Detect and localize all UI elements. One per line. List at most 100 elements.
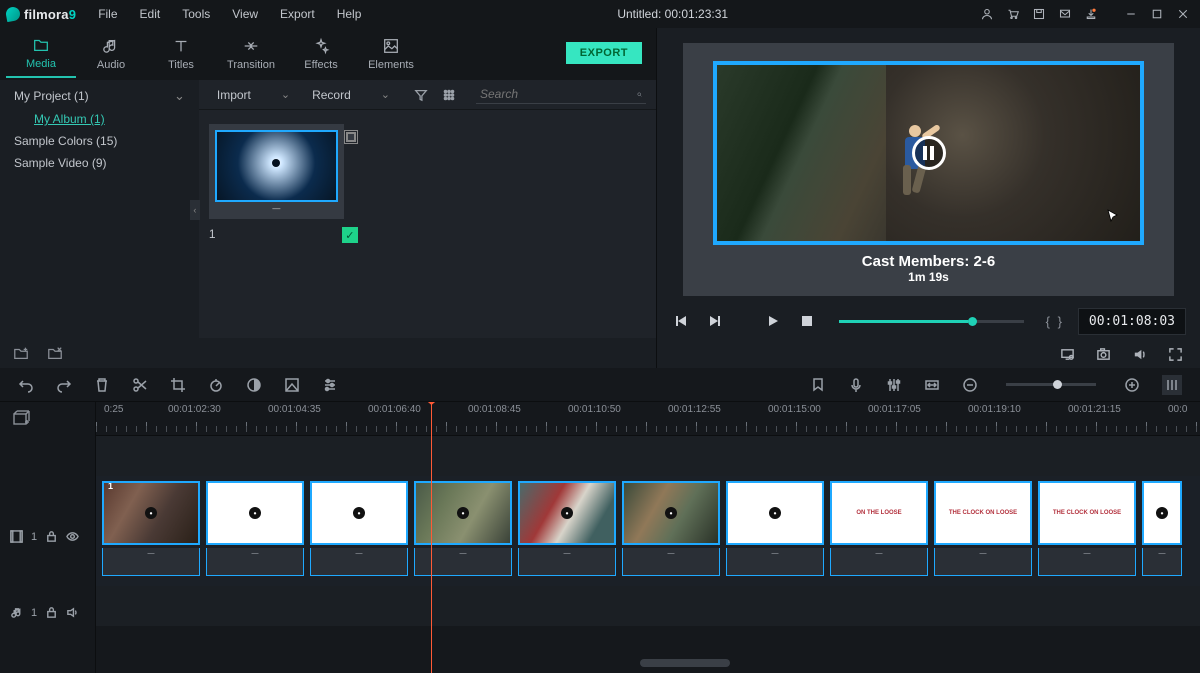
volume-icon[interactable] [1128,343,1150,365]
time-ruler[interactable]: 0:2500:01:02:3000:01:04:3500:01:06:4000:… [96,402,1200,436]
zoom-out-icon[interactable] [962,377,978,393]
close-button[interactable] [1172,4,1194,24]
delete-icon[interactable] [94,377,110,393]
preview-frame: Cast Members: 2-6 1m 19s [683,43,1174,296]
new-folder-icon[interactable] [10,342,32,364]
tab-titles[interactable]: Titles [146,31,216,77]
fullscreen-icon[interactable] [1164,343,1186,365]
tree-my-project[interactable]: My Project (1) [0,84,199,108]
mixer-icon[interactable] [886,377,902,393]
timeline-clip[interactable]: • [310,481,408,545]
split-icon[interactable] [132,377,148,393]
cart-icon[interactable] [1002,4,1024,24]
timeline-clip-label: — [726,548,824,576]
timeline-tracks[interactable]: 0:2500:01:02:3000:01:04:3500:01:06:4000:… [96,402,1200,673]
clip-index: 1 [209,227,344,241]
media-panel-footer [0,338,656,368]
add-track-icon[interactable] [12,410,30,428]
media-panel: Media Audio Titles Transition Effects El… [0,28,657,368]
tree-sample-colors[interactable]: Sample Colors (15) [0,130,199,152]
pause-overlay-icon[interactable] [912,136,946,170]
tab-media[interactable]: Media [6,30,76,78]
adjust-icon[interactable] [322,377,338,393]
audio-track-header[interactable]: 1 [10,606,79,619]
tree-my-album[interactable]: My Album (1) [0,108,199,130]
delete-folder-icon[interactable] [44,342,66,364]
mark-in-out[interactable]: { } [1046,314,1064,329]
filter-icon[interactable] [410,84,432,106]
menu-file[interactable]: File [90,3,125,25]
timeline-clip[interactable]: • [1142,481,1182,545]
timeline-clip[interactable]: • [206,481,304,545]
account-icon[interactable] [976,4,998,24]
voiceover-icon[interactable] [848,377,864,393]
search-input[interactable] [476,85,646,104]
redo-icon[interactable] [56,377,72,393]
tab-transition[interactable]: Transition [216,31,286,77]
tab-effects[interactable]: Effects [286,31,356,77]
mute-icon[interactable] [66,606,79,619]
search-field[interactable] [480,87,637,101]
timeline-clip[interactable]: THE CLOCK ON LOOSE [934,481,1032,545]
grid-view-icon[interactable] [438,84,460,106]
timeline-clip[interactable]: 1• [102,481,200,545]
fit-icon[interactable] [924,377,940,393]
crop-icon[interactable] [170,377,186,393]
timeline-clip[interactable]: • [518,481,616,545]
marker-icon[interactable] [810,377,826,393]
lock-icon[interactable] [45,530,58,543]
timeline-scrollbar[interactable] [96,659,1184,669]
tab-audio[interactable]: Audio [76,31,146,77]
timeline-clip[interactable]: • [726,481,824,545]
timeline-clip[interactable]: • [622,481,720,545]
ruler-label: 00:01:08:45 [468,404,521,415]
menu-export[interactable]: Export [272,3,323,25]
maximize-button[interactable] [1146,4,1168,24]
sidebar-collapse-handle[interactable]: ‹ [190,200,200,220]
menu-tools[interactable]: Tools [174,3,218,25]
message-icon[interactable] [1054,4,1076,24]
minimize-button[interactable] [1120,4,1142,24]
color-icon[interactable] [246,377,262,393]
snapshot-icon[interactable] [1092,343,1114,365]
media-clip[interactable]: — [209,124,344,219]
record-dropdown[interactable]: Record [304,84,398,106]
zoom-slider[interactable] [1006,383,1096,386]
next-frame-button[interactable] [705,314,725,328]
display-settings-icon[interactable] [1056,343,1078,365]
zoom-in-icon[interactable] [1124,377,1140,393]
video-track[interactable]: 1•••••••ON THE LOOSETHE CLOCK ON LOOSETH… [96,476,1200,586]
undo-icon[interactable] [18,377,34,393]
tree-sample-video[interactable]: Sample Video (9) [0,152,199,174]
timeline-clip[interactable]: ON THE LOOSE [830,481,928,545]
timeline-settings-icon[interactable] [1162,375,1182,395]
tab-elements[interactable]: Elements [356,31,426,77]
preview-controls: { } 00:01:08:03 [657,302,1200,340]
track-headers: 1 1 [0,402,96,673]
timeline-toolbar [0,368,1200,402]
notification-icon[interactable] [1080,4,1102,24]
timeline-clip[interactable]: THE CLOCK ON LOOSE [1038,481,1136,545]
menu-help[interactable]: Help [329,3,370,25]
menu-view[interactable]: View [224,3,266,25]
audio-track[interactable] [96,586,1200,626]
logo-icon [5,6,21,22]
prev-frame-button[interactable] [671,314,691,328]
playhead[interactable] [431,402,432,673]
timeline-clip-label: — [934,548,1032,576]
video-track-header[interactable]: 1 [10,530,79,543]
speed-icon[interactable] [208,377,224,393]
save-icon[interactable] [1028,4,1050,24]
menu-edit[interactable]: Edit [132,3,169,25]
media-grid[interactable]: — ✓ 1 [199,110,656,338]
green-screen-icon[interactable] [284,377,300,393]
preview-video[interactable] [713,61,1144,245]
lock-icon[interactable] [45,606,58,619]
timeline-clip[interactable]: • [414,481,512,545]
export-button[interactable]: EXPORT [566,42,642,64]
visibility-icon[interactable] [66,530,79,543]
stop-button[interactable] [797,314,817,328]
preview-progress[interactable] [839,320,1024,323]
import-dropdown[interactable]: Import [209,84,298,106]
play-button[interactable] [763,314,783,328]
